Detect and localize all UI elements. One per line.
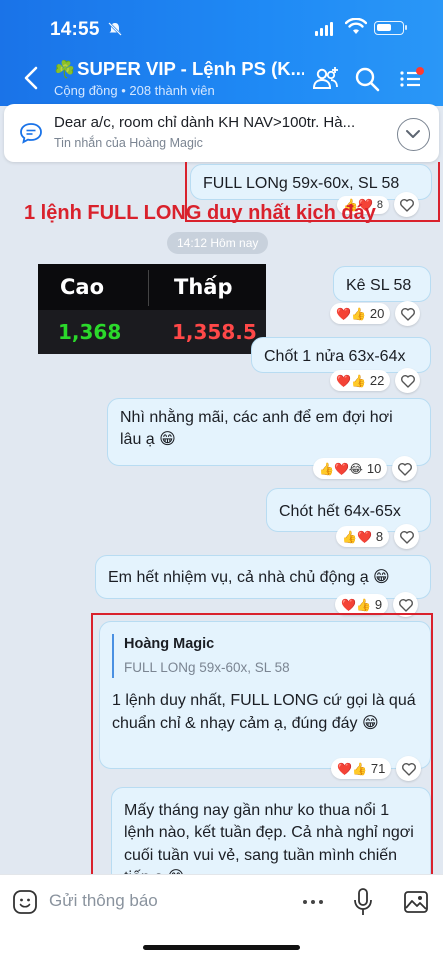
sticker-icon[interactable] [12,889,38,915]
reaction-emojis: ❤️👍 [336,306,366,321]
react-heart-button[interactable] [395,301,421,326]
heart-outline-icon [400,374,415,388]
reaction-row: 👍❤️ 8 [336,524,420,549]
price-table-image[interactable]: Cao Thấp 1,368 1,358.5 [38,264,266,354]
highlight-box [91,613,433,874]
reaction-count: 8 [375,529,384,544]
add-member-icon[interactable] [311,64,341,94]
more-options-icon[interactable] [298,891,328,913]
price-header-high: Cao [60,275,105,299]
message-input[interactable]: Gửi thông báo [49,891,158,911]
heart-outline-icon [398,598,413,612]
status-bar: 14:55 [0,0,443,52]
price-header-low: Thấp [174,275,233,299]
react-heart-button[interactable] [392,456,418,481]
chat-bubble-icon [20,123,42,144]
pinned-message-bar[interactable]: Dear a/c, room chỉ dành KH NAV>100tr. Hà… [4,104,439,162]
pinned-sender: Tin nhắn của Hoàng Magic [54,136,203,150]
reaction-emojis: 👍❤️😂 [319,461,363,476]
silent-bell-icon [108,22,122,39]
status-time: 14:55 [50,19,100,40]
reaction-summary[interactable]: ❤️👍 20 [330,303,391,324]
reaction-row: ❤️👍 22 [330,368,421,393]
expand-pinned-button[interactable] [397,118,430,151]
price-value-high: 1,368 [58,320,122,344]
price-value-low: 1,358.5 [172,320,257,344]
group-title-text: SUPER VIP - Lệnh PS (K... [77,58,304,79]
group-subtitle: Cộng đồng • 208 thành viên [54,83,215,98]
reaction-count: 20 [369,306,385,321]
chevron-down-icon [406,130,420,138]
pinned-text-area: Dear a/c, room chỉ dành KH NAV>100tr. Hà… [54,114,384,150]
reaction-emojis: 👍❤️ [342,529,372,544]
reaction-emojis: ❤️👍 [336,373,366,388]
chat-messages-area[interactable]: FULL LONg 59x-60x, SL 58 👍❤️ 8 1 lệnh FU… [0,162,443,874]
group-title: ☘️ SUPER VIP - Lệnh PS (K... [54,58,304,80]
reaction-summary[interactable]: ❤️👍 9 [335,594,389,615]
reaction-emojis: ❤️👍 [341,597,371,612]
chat-header: 14:55 ☘️ SUPER VIP - Lệnh PS (K... Cộng đ… [0,0,443,106]
message-text: Kê SL 58 [346,277,412,294]
pinned-message-text: Dear a/c, room chỉ dành KH NAV>100tr. Hà… [54,114,356,131]
image-gallery-icon[interactable] [403,889,429,915]
heart-outline-icon [397,462,412,476]
reaction-row: ❤️👍 20 [330,301,421,326]
reaction-summary[interactable]: ❤️👍 22 [330,370,391,391]
message-text: Nhì nhằng mãi, các anh để em đợi hơi lâu… [120,409,393,449]
group-title-area[interactable]: ☘️ SUPER VIP - Lệnh PS (K... Cộng đồng • … [54,58,304,98]
home-indicator [143,945,300,950]
react-heart-button[interactable] [394,524,420,549]
back-arrow-icon[interactable] [18,62,46,94]
microphone-icon[interactable] [352,887,374,917]
reaction-summary[interactable]: 👍❤️😂 10 [313,458,388,479]
clover-icon: ☘️ [54,60,76,79]
notification-dot [416,67,424,75]
reaction-count: 10 [366,461,382,476]
date-separator: 14:12 Hôm nay [167,232,269,254]
wifi-icon [345,18,367,34]
reaction-count: 9 [374,597,383,612]
search-icon[interactable] [352,64,382,94]
reaction-count: 22 [369,373,385,388]
react-heart-button[interactable] [395,368,421,393]
reaction-summary[interactable]: 👍❤️ 8 [336,526,390,547]
battery-icon [374,21,407,35]
message-bubble[interactable]: Kê SL 58 [333,266,431,302]
cellular-signal-icon [315,22,333,36]
heart-outline-icon [399,530,414,544]
annotation-text: 1 lệnh FULL LONG duy nhất kịch đáy [24,202,376,224]
reaction-row: 👍❤️😂 10 [313,456,418,481]
heart-outline-icon [400,307,415,321]
